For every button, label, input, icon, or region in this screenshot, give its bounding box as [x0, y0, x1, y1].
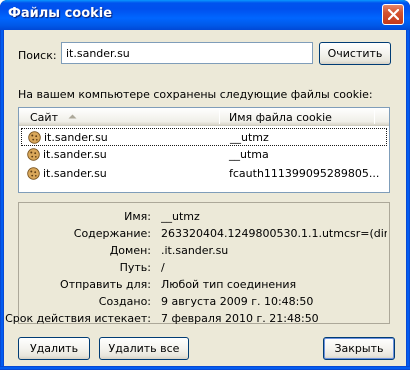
detail-label-path: Путь: [119, 261, 151, 274]
detail-value-path: / [161, 261, 165, 274]
detail-label-domain: Домен: [109, 244, 151, 257]
detail-value-expires: 7 февраля 2010 г. 21:48:50 [161, 312, 319, 325]
dialog-body: Поиск: Очистить На вашем компьютере сохр… [4, 30, 406, 366]
search-label: Поиск: [18, 49, 57, 62]
cookie-list[interactable]: Сайт Имя файла cookie it.sander.su __utm… [18, 107, 390, 193]
list-header: Сайт Имя файла cookie [19, 108, 389, 126]
cookie-name: fcauth111399095289805... [229, 167, 380, 180]
list-item[interactable]: it.sander.su fcauth111399095289805... [21, 165, 387, 183]
cookies-dialog: Файлы cookie Поиск: Очистить На вашем ко… [0, 0, 410, 370]
cookie-icon [28, 131, 41, 144]
detail-label-created: Создано: [98, 295, 151, 308]
column-divider[interactable] [219, 110, 220, 124]
detail-value-send-for: Любой тип соединения [161, 278, 297, 291]
column-header-site[interactable]: Сайт [30, 111, 58, 124]
close-button[interactable]: Закрыть [323, 337, 395, 360]
cookie-site: it.sander.su [44, 131, 108, 144]
detail-value-created: 9 августа 2009 г. 10:48:50 [161, 295, 314, 308]
detail-value-name: __utmz [161, 210, 200, 223]
cookie-name: __utma [229, 148, 269, 161]
cookie-site: it.sander.su [43, 148, 107, 161]
close-icon [388, 9, 399, 20]
detail-value-content: 263320404.1249800530.1.1.utmcsr=(direct)… [161, 227, 387, 240]
detail-value-domain: .it.sander.su [161, 244, 229, 257]
title-bar[interactable]: Файлы cookie [0, 0, 410, 30]
cookie-icon [27, 148, 40, 161]
column-divider[interactable] [374, 110, 375, 124]
window-frame-right [406, 30, 410, 370]
close-window-button[interactable] [382, 4, 404, 25]
clear-button[interactable]: Очистить [319, 42, 391, 65]
search-input[interactable] [61, 42, 313, 64]
column-header-cookie-name[interactable]: Имя файла cookie [229, 111, 332, 124]
list-item[interactable]: it.sander.su __utmz [21, 128, 387, 146]
sort-ascending-icon [68, 114, 77, 119]
cookie-site: it.sander.su [43, 167, 107, 180]
cookie-icon [27, 167, 40, 180]
cookies-description: На вашем компьютере сохранены следующие … [18, 88, 373, 101]
delete-button[interactable]: Удалить [18, 337, 90, 360]
list-item[interactable]: it.sander.su __utma [21, 146, 387, 164]
detail-label-content: Содержание: [73, 227, 151, 240]
detail-label-expires: Срок действия истекает: [5, 312, 151, 325]
cookie-name: __utmz [230, 131, 269, 144]
window-frame-bottom [0, 366, 410, 370]
delete-all-button[interactable]: Удалить все [99, 337, 189, 360]
window-title: Файлы cookie [8, 6, 113, 21]
detail-label-send-for: Отправить для: [60, 278, 151, 291]
detail-label-name: Имя: [124, 210, 151, 223]
cookie-details: Имя: __utmz Содержание: 263320404.124980… [5, 202, 390, 325]
